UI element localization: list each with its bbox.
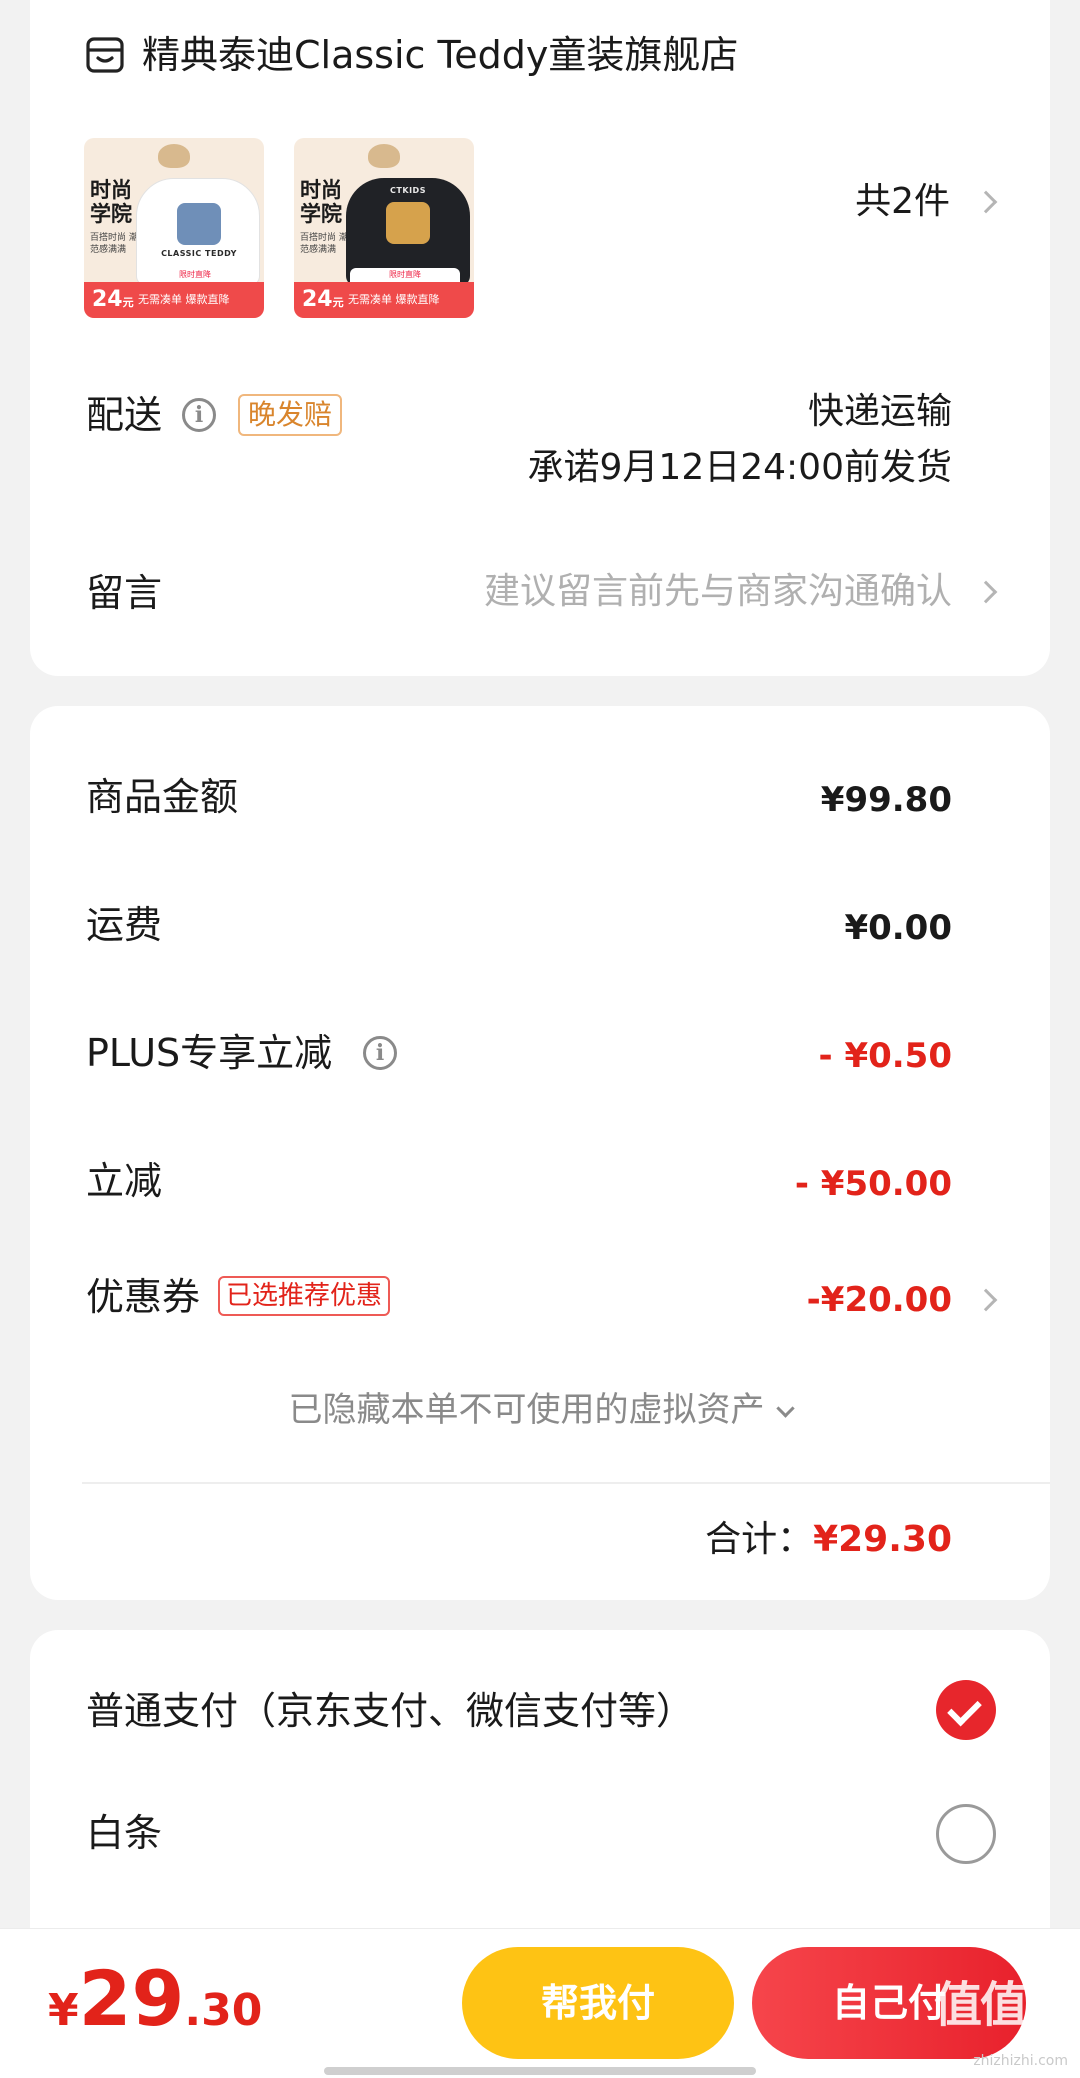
chevron-down-icon	[775, 1399, 795, 1418]
store-icon	[86, 37, 124, 73]
subtotal-value: ¥99.80	[820, 780, 952, 820]
check-icon[interactable]	[936, 1680, 996, 1740]
hidden-assets-text: 已隐藏本单不可使用的虚拟资产	[288, 1390, 765, 1430]
shirt-print	[177, 203, 221, 245]
total-label: 合计：	[705, 1519, 814, 1560]
pay-myself-label: 自己付	[831, 1981, 946, 2025]
promo-sub: 百搭时尚 潮范感满满	[300, 233, 348, 255]
total-value: ¥29.30	[813, 1519, 952, 1560]
plus-discount-label: PLUS专享立减	[86, 1031, 333, 1075]
watermark: 值值值	[933, 1977, 1074, 2033]
subtotal-label: 商品金额	[86, 775, 239, 819]
store-card: 精典泰迪Classic Teddy童装旗舰店 时尚学院 百搭时尚 潮范感满满 C…	[30, 0, 1050, 676]
shirt-text: CTKIDS	[390, 186, 426, 195]
shirt-print	[386, 202, 430, 244]
payment-option-label[interactable]: 普通支付（京东支付、微信支付等）	[86, 1686, 694, 1736]
coupon-value[interactable]: -¥20.00	[807, 1276, 952, 1324]
item-count[interactable]: 共2件	[855, 178, 950, 226]
bottom-total-price: ¥29.30	[48, 1954, 263, 2043]
hidden-assets-toggle[interactable]: 已隐藏本单不可使用的虚拟资产	[30, 1386, 1050, 1434]
price-band: 24元 无需凑单 爆款直降	[294, 282, 474, 318]
watermark-url: zhizhizhi.com	[973, 2053, 1068, 2069]
delivery-label: 配送	[86, 393, 163, 437]
instant-discount-label: 立减	[86, 1159, 163, 1203]
shipping-value: ¥0.00	[844, 908, 952, 948]
shipping-label: 运费	[86, 903, 163, 947]
brand-logo-icon	[158, 144, 190, 168]
promo-title: 时尚学院	[90, 178, 132, 226]
message-label: 留言	[86, 571, 163, 615]
total-row: 合计：¥29.30	[705, 1516, 952, 1564]
coupon-label[interactable]: 优惠券	[86, 1272, 200, 1322]
divider	[82, 1482, 1050, 1484]
price-band: 24元 无需凑单 爆款直降	[84, 282, 264, 318]
product-thumbnail[interactable]: 时尚学院 百搭时尚 潮范感满满 CLASSIC TEDDY 限时直降 24元 无…	[84, 138, 264, 318]
plus-discount-value: - ¥0.50	[818, 1036, 953, 1076]
band-text: 无需凑单 爆款直降	[348, 293, 440, 306]
delivery-promise: 承诺9月12日24:00前发货	[527, 447, 952, 488]
store-name[interactable]: 精典泰迪Classic Teddy童装旗舰店	[142, 30, 738, 80]
help-me-pay-button[interactable]: 帮我付	[462, 1947, 734, 2059]
shirt-text: CLASSIC TEDDY	[161, 249, 237, 258]
radio-empty-icon[interactable]	[936, 1804, 996, 1864]
promo-price: 24元	[92, 287, 134, 312]
price-summary-card: 商品金额 ¥99.80 运费 ¥0.00 PLUS专享立减 i - ¥0.50 …	[30, 706, 1050, 1600]
late-delivery-tag: 晚发赔	[238, 394, 343, 436]
band-top: 限时直降	[140, 268, 250, 282]
chevron-right-icon	[974, 1288, 998, 1312]
info-icon[interactable]: i	[363, 1036, 397, 1070]
coupon-recommended-tag: 已选推荐优惠	[218, 1276, 391, 1316]
band-text: 无需凑单 爆款直降	[138, 293, 230, 306]
product-thumbnail[interactable]: 时尚学院 百搭时尚 潮范感满满 CTKIDS 限时直降 24元 无需凑单 爆款直…	[294, 138, 474, 318]
promo-price: 24元	[302, 287, 344, 312]
promo-sub: 百搭时尚 潮范感满满	[90, 233, 138, 255]
payment-option-label[interactable]: 白条	[86, 1808, 162, 1858]
instant-discount-value: - ¥50.00	[794, 1164, 952, 1204]
chevron-right-icon	[974, 190, 998, 214]
brand-logo-icon	[368, 144, 400, 168]
delivery-method: 快递运输	[807, 391, 952, 432]
chevron-right-icon	[974, 580, 998, 604]
message-input[interactable]: 建议留言前先与商家沟通确认	[484, 568, 952, 616]
band-top: 限时直降	[350, 268, 460, 282]
promo-title: 时尚学院	[300, 178, 342, 226]
info-icon[interactable]: i	[182, 398, 216, 432]
home-indicator[interactable]	[324, 2067, 756, 2075]
bottom-action-bar: ¥29.30 帮我付 自己付 值值值 zhizhizhi.com	[0, 1928, 1080, 2078]
